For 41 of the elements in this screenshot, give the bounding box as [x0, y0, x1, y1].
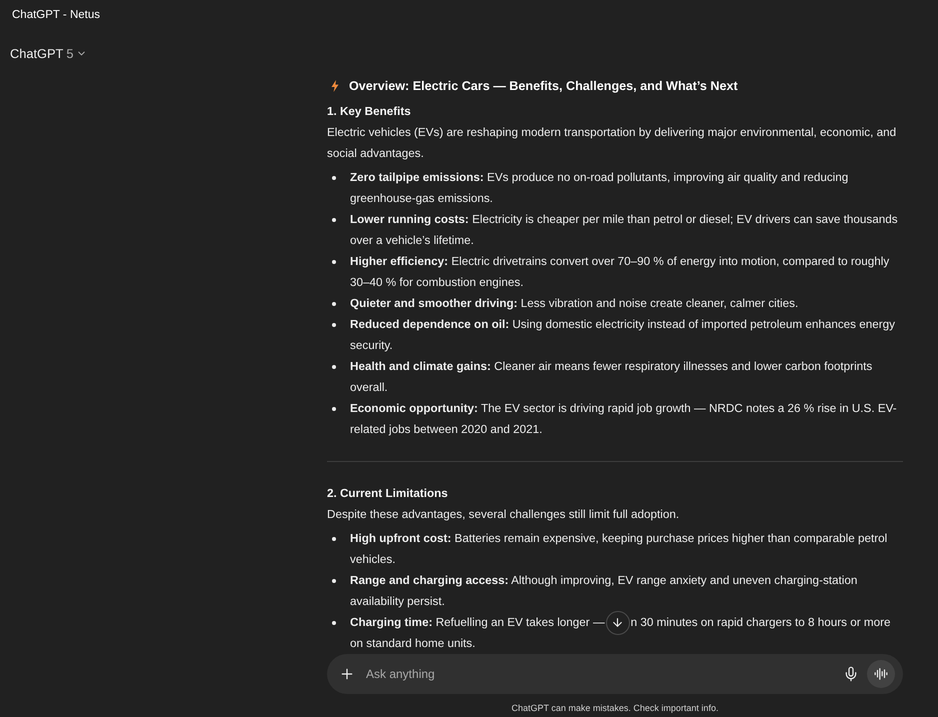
bullet-icon [332, 620, 336, 624]
audio-lines-icon [874, 667, 888, 681]
list-item-text: High upfront cost: Batteries remain expensive, keeping purchase prices higher than comparable petrol vehicles. [350, 531, 888, 568]
bullet-icon [332, 260, 336, 264]
microphone-icon [843, 666, 859, 682]
list-item-text: Range and charging access: Although improving, EV range anxiety and uneven charging-station availability persist. [350, 573, 858, 610]
window-title: ChatGPT - Netus [12, 9, 100, 21]
bullet-icon [332, 578, 336, 582]
voice-mode-button[interactable] [867, 660, 895, 688]
paragraph: Despite these advantages, several challenges still limit full adoption. [327, 507, 680, 523]
list-item-text: Reduced dependence on oil: Using domestic electricity instead of imported petroleum enhances energy security. [350, 317, 896, 354]
list-item-text: Health and climate gains: Cleaner air means fewer respiratory illnesses and lower carbon footprints overall. [350, 359, 874, 396]
list-item-text: Charging time: Refuelling an EV takes longer — [350, 615, 605, 631]
paragraph: Electric vehicles (EVs) are reshaping modern transportation by delivering major environmental, economic, and social advantages. [327, 125, 898, 162]
list-item-text: on standard home units. [350, 636, 476, 652]
message-input[interactable]: Ask anything [366, 664, 835, 684]
disclaimer-text: ChatGPT can make mistakes. Check important info. [512, 703, 718, 713]
plus-icon [339, 666, 355, 682]
bullet-icon [332, 302, 336, 306]
section-heading: 1. Key Benefits [327, 104, 412, 120]
arrow-down-icon [611, 616, 624, 629]
bullet-icon [332, 364, 336, 368]
list-item-text: Zero tailpipe emissions: EVs produce no on-road pollutants, improving air quality and reducing greenhouse-gas emissions. [350, 170, 850, 207]
lightning-bolt-icon [331, 80, 339, 92]
response-title: Overview: Electric Cars — Benefits, Challenges, and What’s Next [349, 78, 738, 95]
section-heading: 2. Current Limitations [327, 486, 449, 502]
bullet-icon [332, 218, 336, 222]
model-picker[interactable]: ChatGPT 5 [10, 46, 88, 60]
bullet-icon [332, 536, 336, 540]
message-composer[interactable]: Ask anything [327, 654, 903, 694]
list-item-text: Lower running costs: Electricity is cheaper per mile than petrol or diesel; EV drivers can save thousands over a vehicle’s lifetime. [350, 212, 899, 249]
add-button[interactable] [339, 666, 355, 682]
bullet-icon [332, 322, 336, 326]
bullet-icon [332, 176, 336, 180]
list-item-text: Quieter and smoother driving: Less vibration and noise create cleaner, calmer cities. [350, 296, 800, 312]
microphone-button[interactable] [843, 666, 859, 682]
list-item-text: n 30 minutes on rapid chargers to 8 hours or more [630, 615, 890, 631]
list-item-text: Economic opportunity: The EV sector is driving rapid job growth — NRDC notes a 26 % rise in U.S. EV-related jobs between 2020 and 2021. [350, 401, 898, 438]
scroll-down-button[interactable] [606, 610, 630, 634]
list-item-text: Higher efficiency: Electric drivetrains convert over 70–90 % of energy into motion, compared to roughly 30–40 % for combustion engines. [350, 254, 890, 291]
bullet-icon [332, 406, 336, 410]
